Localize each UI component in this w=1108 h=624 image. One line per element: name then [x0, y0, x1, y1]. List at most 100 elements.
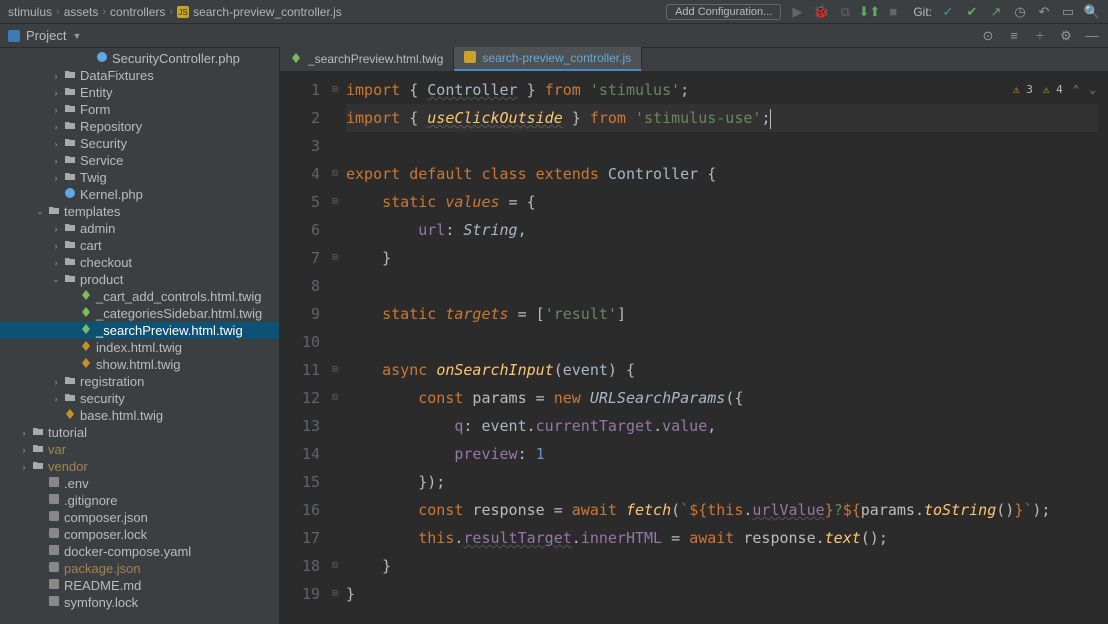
tree-item[interactable]: ⌄product	[0, 271, 279, 288]
inspection-badges[interactable]: ⚠ 3 ⚠ 4 ⌃ ⌄	[1013, 76, 1096, 104]
line-number[interactable]: 7	[280, 244, 320, 272]
fold-marker[interactable]	[328, 104, 342, 132]
fold-marker[interactable]: ⊟	[328, 384, 342, 412]
breadcrumb[interactable]: stimulus › assets › controllers › JS sea…	[8, 5, 342, 19]
fold-column[interactable]: ⊟⊟⊟⊟⊟⊟⊟⊟	[328, 72, 342, 624]
hide-icon[interactable]: —	[1084, 28, 1100, 44]
tree-item[interactable]: .env	[0, 475, 279, 492]
file-tree[interactable]: SecurityController.php›DataFixtures›Enti…	[0, 48, 279, 613]
line-number[interactable]: 11	[280, 356, 320, 384]
code-line[interactable]: preview: 1	[346, 440, 1108, 468]
code-line[interactable]: import { Controller } from 'stimulus';	[346, 76, 1108, 104]
code-line[interactable]: static values = {	[346, 188, 1108, 216]
line-number[interactable]: 16	[280, 496, 320, 524]
line-number[interactable]: 10	[280, 328, 320, 356]
line-number[interactable]: 13	[280, 412, 320, 440]
tree-item[interactable]: index.html.twig	[0, 339, 279, 356]
line-number[interactable]: 19	[280, 580, 320, 608]
code-line[interactable]	[346, 132, 1108, 160]
tree-item[interactable]: ›checkout	[0, 254, 279, 271]
breadcrumb-item[interactable]: stimulus	[8, 5, 52, 19]
line-number[interactable]: 2	[280, 104, 320, 132]
fold-marker[interactable]	[328, 468, 342, 496]
search-everywhere-icon[interactable]: 🔍	[1084, 4, 1100, 20]
code-line[interactable]: const response = await fetch(`${this.url…	[346, 496, 1108, 524]
tree-item[interactable]: show.html.twig	[0, 356, 279, 373]
code-line[interactable]: export default class extends Controller …	[346, 160, 1108, 188]
tree-item[interactable]: ›vendor	[0, 458, 279, 475]
fold-marker[interactable]: ⊟	[328, 188, 342, 216]
line-number[interactable]: 15	[280, 468, 320, 496]
prev-highlight-icon[interactable]: ⌃	[1073, 76, 1080, 104]
fold-marker[interactable]: ⊟	[328, 356, 342, 384]
line-gutter[interactable]: 12345678910111213141516171819	[280, 72, 328, 624]
edit-icon[interactable]: ▭	[1060, 4, 1076, 20]
tree-item[interactable]: _categoriesSidebar.html.twig	[0, 305, 279, 322]
tree-item[interactable]: SecurityController.php	[0, 50, 279, 67]
fold-marker[interactable]: ⊟	[328, 580, 342, 608]
line-number[interactable]: 14	[280, 440, 320, 468]
fold-marker[interactable]: ⊟	[328, 76, 342, 104]
tree-item[interactable]: ›Security	[0, 135, 279, 152]
collapse-all-icon[interactable]: ÷	[1032, 28, 1048, 44]
line-number[interactable]: 8	[280, 272, 320, 300]
tree-item[interactable]: Kernel.php	[0, 186, 279, 203]
fold-marker[interactable]	[328, 328, 342, 356]
git-push-icon[interactable]: ↗	[988, 4, 1004, 20]
coverage-icon[interactable]: ⧉	[837, 4, 853, 20]
editor-scrollbar[interactable]	[1098, 72, 1108, 624]
code-line[interactable]: }	[346, 244, 1108, 272]
line-number[interactable]: 17	[280, 524, 320, 552]
code-line[interactable]: url: String,	[346, 216, 1108, 244]
fold-marker[interactable]: ⊟	[328, 244, 342, 272]
fold-marker[interactable]	[328, 412, 342, 440]
code-content[interactable]: import { Controller } from 'stimulus';im…	[342, 72, 1108, 624]
breadcrumb-item[interactable]: controllers	[110, 5, 165, 19]
tree-item[interactable]: ⌄templates	[0, 203, 279, 220]
fold-marker[interactable]	[328, 496, 342, 524]
tree-item[interactable]: composer.json	[0, 509, 279, 526]
line-number[interactable]: 18	[280, 552, 320, 580]
code-line[interactable]: this.resultTarget.innerHTML = await resp…	[346, 524, 1108, 552]
fold-marker[interactable]	[328, 216, 342, 244]
fold-marker[interactable]: ⊟	[328, 552, 342, 580]
line-number[interactable]: 3	[280, 132, 320, 160]
tree-item[interactable]: ›var	[0, 441, 279, 458]
tree-item[interactable]: _searchPreview.html.twig	[0, 322, 279, 339]
code-line[interactable]: async onSearchInput(event) {	[346, 356, 1108, 384]
expand-all-icon[interactable]: ≡	[1006, 28, 1022, 44]
select-opened-icon[interactable]: ⊙	[980, 28, 996, 44]
tree-item[interactable]: ›security	[0, 390, 279, 407]
code-line[interactable]	[346, 328, 1108, 356]
tree-item[interactable]: ›Entity	[0, 84, 279, 101]
breadcrumb-item[interactable]: assets	[64, 5, 99, 19]
breadcrumb-file[interactable]: JS search-preview_controller.js	[177, 5, 342, 19]
fold-marker[interactable]	[328, 132, 342, 160]
code-line[interactable]: static targets = ['result']	[346, 300, 1108, 328]
code-line[interactable]: }	[346, 580, 1108, 608]
code-line[interactable]: }	[346, 552, 1108, 580]
git-update-icon[interactable]: ✓	[940, 4, 956, 20]
editor-tab[interactable]: _searchPreview.html.twig	[280, 47, 454, 71]
run-icon[interactable]: ▶	[789, 4, 805, 20]
code-line[interactable]: import { useClickOutside } from 'stimulu…	[346, 104, 1108, 132]
tree-item[interactable]: package.json	[0, 560, 279, 577]
editor-tabs[interactable]: _searchPreview.html.twigsearch-preview_c…	[280, 48, 1108, 72]
tree-item[interactable]: ›admin	[0, 220, 279, 237]
code-line[interactable]: q: event.currentTarget.value,	[346, 412, 1108, 440]
fold-marker[interactable]	[328, 300, 342, 328]
git-commit-icon[interactable]: ✔	[964, 4, 980, 20]
settings-icon[interactable]: ⚙	[1058, 28, 1074, 44]
code-line[interactable]	[346, 272, 1108, 300]
project-sidebar[interactable]: SecurityController.php›DataFixtures›Enti…	[0, 48, 280, 624]
add-configuration-button[interactable]: Add Configuration...	[666, 4, 781, 20]
undo-icon[interactable]: ↶	[1036, 4, 1052, 20]
profile-icon[interactable]: ⬇⬆	[861, 4, 877, 20]
fold-marker[interactable]	[328, 524, 342, 552]
line-number[interactable]: 4	[280, 160, 320, 188]
code-editor[interactable]: 12345678910111213141516171819 ⊟⊟⊟⊟⊟⊟⊟⊟ i…	[280, 72, 1108, 624]
fold-marker[interactable]	[328, 272, 342, 300]
tree-item[interactable]: _cart_add_controls.html.twig	[0, 288, 279, 305]
fold-marker[interactable]: ⊟	[328, 160, 342, 188]
stop-icon[interactable]: ■	[885, 4, 901, 20]
